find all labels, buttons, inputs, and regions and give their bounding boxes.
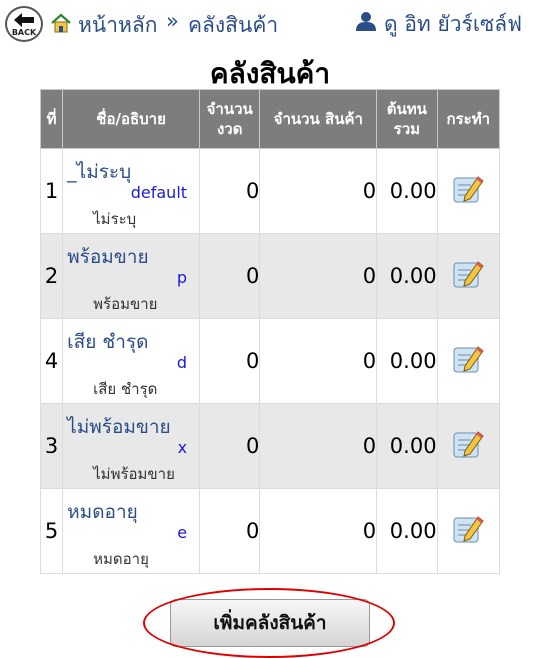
warehouse-description: หมดอายุ <box>93 550 149 568</box>
back-button[interactable]: BACK <box>5 6 43 42</box>
warehouse-code: x <box>177 438 188 457</box>
table-row: 5 หมดอายุ e หมดอายุ 0 0 0.00 <box>39 488 501 574</box>
breadcrumb-separator: » <box>166 9 179 33</box>
row-lots: 0 <box>199 318 261 404</box>
row-qty: 0 <box>259 233 378 319</box>
warehouse-description: ไม่ระบุ <box>93 210 137 228</box>
home-icon[interactable] <box>50 12 72 34</box>
row-name-cell: หมดอายุ e หมดอายุ <box>62 488 201 574</box>
warehouse-description: เสีย ชำรุด <box>93 380 158 398</box>
top-nav-bar: BACK หน้าหลัก » คลังสินค้า ดู อิท ยัวร์เ… <box>0 0 540 48</box>
add-warehouse-button[interactable]: เพิ่มคลังสินค้า <box>170 599 370 647</box>
row-qty: 0 <box>259 403 378 489</box>
row-lots: 0 <box>199 403 261 489</box>
row-name-cell: เสีย ชำรุด d เสีย ชำรุด <box>62 318 201 404</box>
user-icon <box>356 12 376 31</box>
row-cost: 0.00 <box>376 148 438 234</box>
row-name-cell: พร้อมขาย p พร้อมขาย <box>62 233 201 319</box>
row-number: 1 <box>39 148 64 234</box>
user-name-link[interactable]: ดู อิท ยัวร์เซล์ฟ <box>384 8 522 41</box>
col-header-action: กระทำ <box>436 89 501 149</box>
table-row: 1 _ไม่ระบุ default ไม่ระบุ 0 0 0.00 <box>39 148 501 234</box>
row-name-cell: _ไม่ระบุ default ไม่ระบุ <box>62 148 201 234</box>
col-header-name: ชื่อ/อธิบาย <box>62 89 201 149</box>
row-number: 2 <box>39 233 64 319</box>
row-cost: 0.00 <box>376 318 438 404</box>
breadcrumb-current: คลังสินค้า <box>188 13 279 37</box>
row-action-cell <box>436 403 501 489</box>
col-header-lots: จำนวน งวด <box>199 89 261 149</box>
edit-icon[interactable] <box>451 172 485 211</box>
edit-icon[interactable] <box>451 342 485 381</box>
warehouse-description: พร้อมขาย <box>93 295 158 313</box>
row-name-cell: ไม่พร้อมขาย x ไม่พร้อมขาย <box>62 403 201 489</box>
row-cost: 0.00 <box>376 488 438 574</box>
table-header-row: ที่ ชื่อ/อธิบาย จำนวน งวด จำนวน สินค้า ต… <box>39 89 501 149</box>
warehouse-table: ที่ ชื่อ/อธิบาย จำนวน งวด จำนวน สินค้า ต… <box>39 89 501 574</box>
row-action-cell <box>436 233 501 319</box>
edit-icon[interactable] <box>451 427 485 466</box>
col-header-lots-line1: จำนวน <box>206 100 253 118</box>
table-row: 2 พร้อมขาย p พร้อมขาย 0 0 0.00 <box>39 233 501 319</box>
row-qty: 0 <box>259 148 378 234</box>
edit-icon[interactable] <box>451 512 485 551</box>
warehouse-code: p <box>176 268 188 287</box>
table-row: 4 เสีย ชำรุด d เสีย ชำรุด 0 0 0.00 <box>39 318 501 404</box>
arrow-left-icon <box>14 13 34 27</box>
row-cost: 0.00 <box>376 403 438 489</box>
warehouse-code: d <box>176 353 188 372</box>
col-header-cost: ต้นทน รวม <box>376 89 438 149</box>
row-action-cell <box>436 488 501 574</box>
row-action-cell <box>436 318 501 404</box>
row-number: 4 <box>39 318 64 404</box>
row-qty: 0 <box>259 488 378 574</box>
col-header-cost-line1: ต้นทน <box>386 100 427 118</box>
row-number: 5 <box>39 488 64 574</box>
warehouse-code: e <box>177 523 188 542</box>
row-action-cell <box>436 148 501 234</box>
row-number: 3 <box>39 403 64 489</box>
breadcrumb-home-link[interactable]: หน้าหลัก <box>78 9 157 42</box>
edit-icon[interactable] <box>451 257 485 296</box>
col-header-no: ที่ <box>39 89 64 149</box>
col-header-lots-line2: งวด <box>216 120 243 138</box>
warehouse-code: default <box>130 183 188 202</box>
row-qty: 0 <box>259 318 378 404</box>
col-header-qty: จำนวน สินค้า <box>259 89 378 149</box>
row-lots: 0 <box>199 148 261 234</box>
table-row: 3 ไม่พร้อมขาย x ไม่พร้อมขาย 0 0 0.00 <box>39 403 501 489</box>
row-cost: 0.00 <box>376 233 438 319</box>
back-label: BACK <box>11 28 37 37</box>
warehouse-description: ไม่พร้อมขาย <box>93 465 175 483</box>
col-header-cost-line2: รวม <box>393 120 421 138</box>
row-lots: 0 <box>199 488 261 574</box>
row-lots: 0 <box>199 233 261 319</box>
